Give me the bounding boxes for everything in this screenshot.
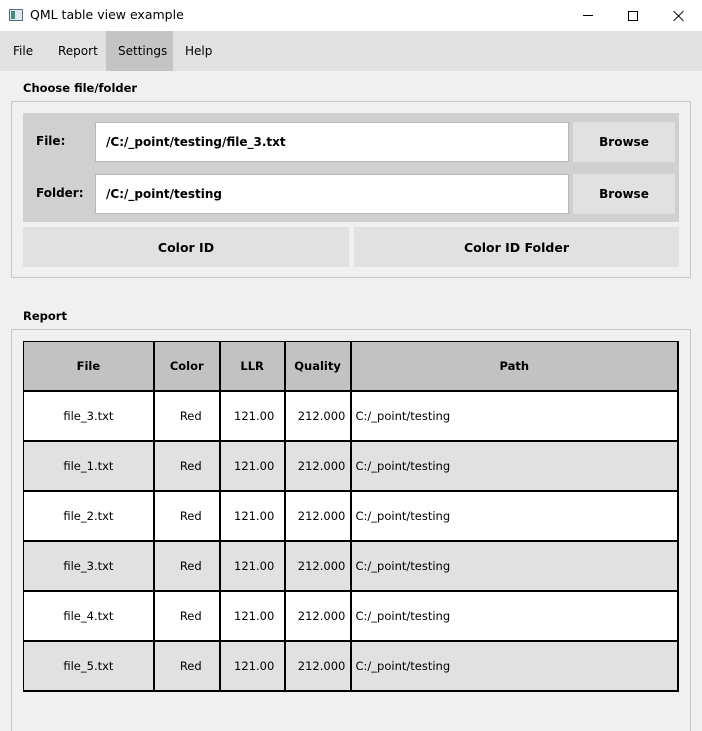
cell-path: C:/_point/testing [351,642,679,692]
maximize-icon [628,10,638,21]
folder-label: Folder: [36,186,84,200]
minimize-icon [583,15,593,16]
cell-llr: 121.00 [220,542,286,592]
cell-llr: 121.00 [220,392,286,442]
color-id-folder-button[interactable]: Color ID Folder [354,227,679,267]
report-section-title: Report [23,309,67,323]
cell-quality: 212.000 [285,542,352,592]
table-row[interactable]: file_2.txt Red 121.00 212.000 C:/_point/… [24,492,679,542]
column-header-llr[interactable]: LLR [220,342,286,392]
cell-path: C:/_point/testing [351,542,679,592]
table-row[interactable]: file_3.txt Red 121.00 212.000 C:/_point/… [24,392,679,442]
cell-quality: 212.000 [285,642,352,692]
cell-llr: 121.00 [220,592,286,642]
minimize-button[interactable] [565,0,611,31]
file-label: File: [36,134,66,148]
column-header-quality[interactable]: Quality [285,342,352,392]
cell-color: Red [154,442,221,492]
maximize-button[interactable] [610,0,656,31]
cell-quality: 212.000 [285,492,352,542]
cell-quality: 212.000 [285,442,352,492]
table-row[interactable]: file_5.txt Red 121.00 212.000 C:/_point/… [24,642,679,692]
close-button[interactable] [656,0,702,31]
menu-help[interactable]: Help [173,31,224,71]
table-row[interactable]: file_4.txt Red 121.00 212.000 C:/_point/… [24,592,679,642]
choose-section-title: Choose file/folder [23,81,138,95]
column-header-color[interactable]: Color [154,342,221,392]
cell-quality: 212.000 [285,592,352,642]
cell-path: C:/_point/testing [351,442,679,492]
cell-path: C:/_point/testing [351,492,679,542]
menu-bar: File Report Settings Help [0,31,702,71]
cell-file: file_3.txt [24,392,155,442]
file-path-input[interactable]: /C:/_point/testing/file_3.txt [95,122,569,162]
title-bar: QML table view example [0,0,702,31]
window-title: QML table view example [30,7,184,22]
column-header-file[interactable]: File [24,342,155,392]
color-id-button[interactable]: Color ID [23,227,349,267]
close-icon [673,10,685,22]
cell-file: file_1.txt [24,442,155,492]
cell-file: file_3.txt [24,542,155,592]
menu-file[interactable]: File [1,31,45,71]
cell-color: Red [154,592,221,642]
browse-file-button[interactable]: Browse [573,122,675,162]
cell-file: file_5.txt [24,642,155,692]
cell-color: Red [154,642,221,692]
cell-color: Red [154,392,221,442]
cell-llr: 121.00 [220,642,286,692]
column-header-path[interactable]: Path [351,342,680,392]
app-icon [9,9,23,21]
cell-path: C:/_point/testing [351,392,679,442]
table-header-row: File Color LLR Quality Path [24,342,680,392]
browse-folder-button[interactable]: Browse [573,174,675,214]
cell-quality: 212.000 [285,392,352,442]
cell-file: file_2.txt [24,492,155,542]
table-row[interactable]: file_3.txt Red 121.00 212.000 C:/_point/… [24,542,679,592]
cell-llr: 121.00 [220,442,286,492]
cell-path: C:/_point/testing [351,592,679,642]
cell-file: file_4.txt [24,592,155,642]
cell-llr: 121.00 [220,492,286,542]
cell-color: Red [154,542,221,592]
folder-path-input[interactable]: /C:/_point/testing [95,174,569,214]
menu-settings[interactable]: Settings [106,31,173,71]
menu-report[interactable]: Report [46,31,110,71]
table-row[interactable]: file_1.txt Red 121.00 212.000 C:/_point/… [24,442,679,492]
cell-color: Red [154,492,221,542]
report-table: File Color LLR Quality Path file_3.txt R… [23,341,680,692]
